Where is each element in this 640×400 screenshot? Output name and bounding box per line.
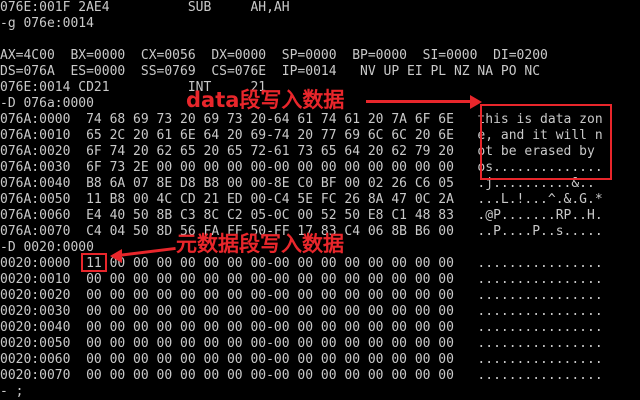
- hex-dump-row: 0020:0020 00 00 00 00 00 00 00 00-00 00 …: [0, 288, 603, 303]
- hex-dump-row: 0020:0070 00 00 00 00 00 00 00 00-00 00 …: [0, 368, 603, 383]
- data-segment-arrow-line: [366, 100, 472, 103]
- command-prompt[interactable]: - ;: [0, 384, 23, 400]
- dump-command-data: -D 076a:0000: [0, 96, 94, 111]
- hex-dump-row: 0020:0010 00 00 00 00 00 00 00 00-00 00 …: [0, 272, 603, 287]
- dump-command-extra: -D 0020:0000: [0, 240, 94, 255]
- hex-dump-row: 076A:0060 E4 40 50 8B C3 8C C2 05-0C 00 …: [0, 208, 603, 223]
- hex-dump-row: 0020:0060 00 00 00 00 00 00 00 00-00 00 …: [0, 352, 603, 367]
- hex-dump-row: 0020:0040 00 00 00 00 00 00 00 00-00 00 …: [0, 320, 603, 335]
- data-segment-highlight-box: [480, 104, 612, 180]
- terminal-line: -g 076e:0014: [0, 16, 94, 31]
- register-line-1: AX=4C00 BX=0000 CX=0056 DX=0000 SP=0000 …: [0, 48, 548, 63]
- hex-dump-row: 0020:0030 00 00 00 00 00 00 00 00-00 00 …: [0, 304, 603, 319]
- dos-debug-terminal[interactable]: 076E:001F 2AE4 SUB AH,AH -g 076e:0014 AX…: [0, 0, 640, 400]
- extra-segment-highlight-box: [81, 253, 107, 272]
- extra-segment-annotation-label: 元数据段写入数据: [176, 232, 344, 256]
- hex-dump-row: 076A:0050 11 B8 00 4C CD 21 ED 00-C4 5E …: [0, 192, 603, 207]
- terminal-line: 076E:001F 2AE4 SUB AH,AH: [0, 0, 290, 15]
- data-segment-annotation-label: data段写入数据: [186, 88, 345, 112]
- register-line-2: DS=076A ES=0000 SS=0769 CS=076E IP=0014 …: [0, 64, 541, 79]
- hex-dump-row: 0020:0050 00 00 00 00 00 00 00 00-00 00 …: [0, 336, 603, 351]
